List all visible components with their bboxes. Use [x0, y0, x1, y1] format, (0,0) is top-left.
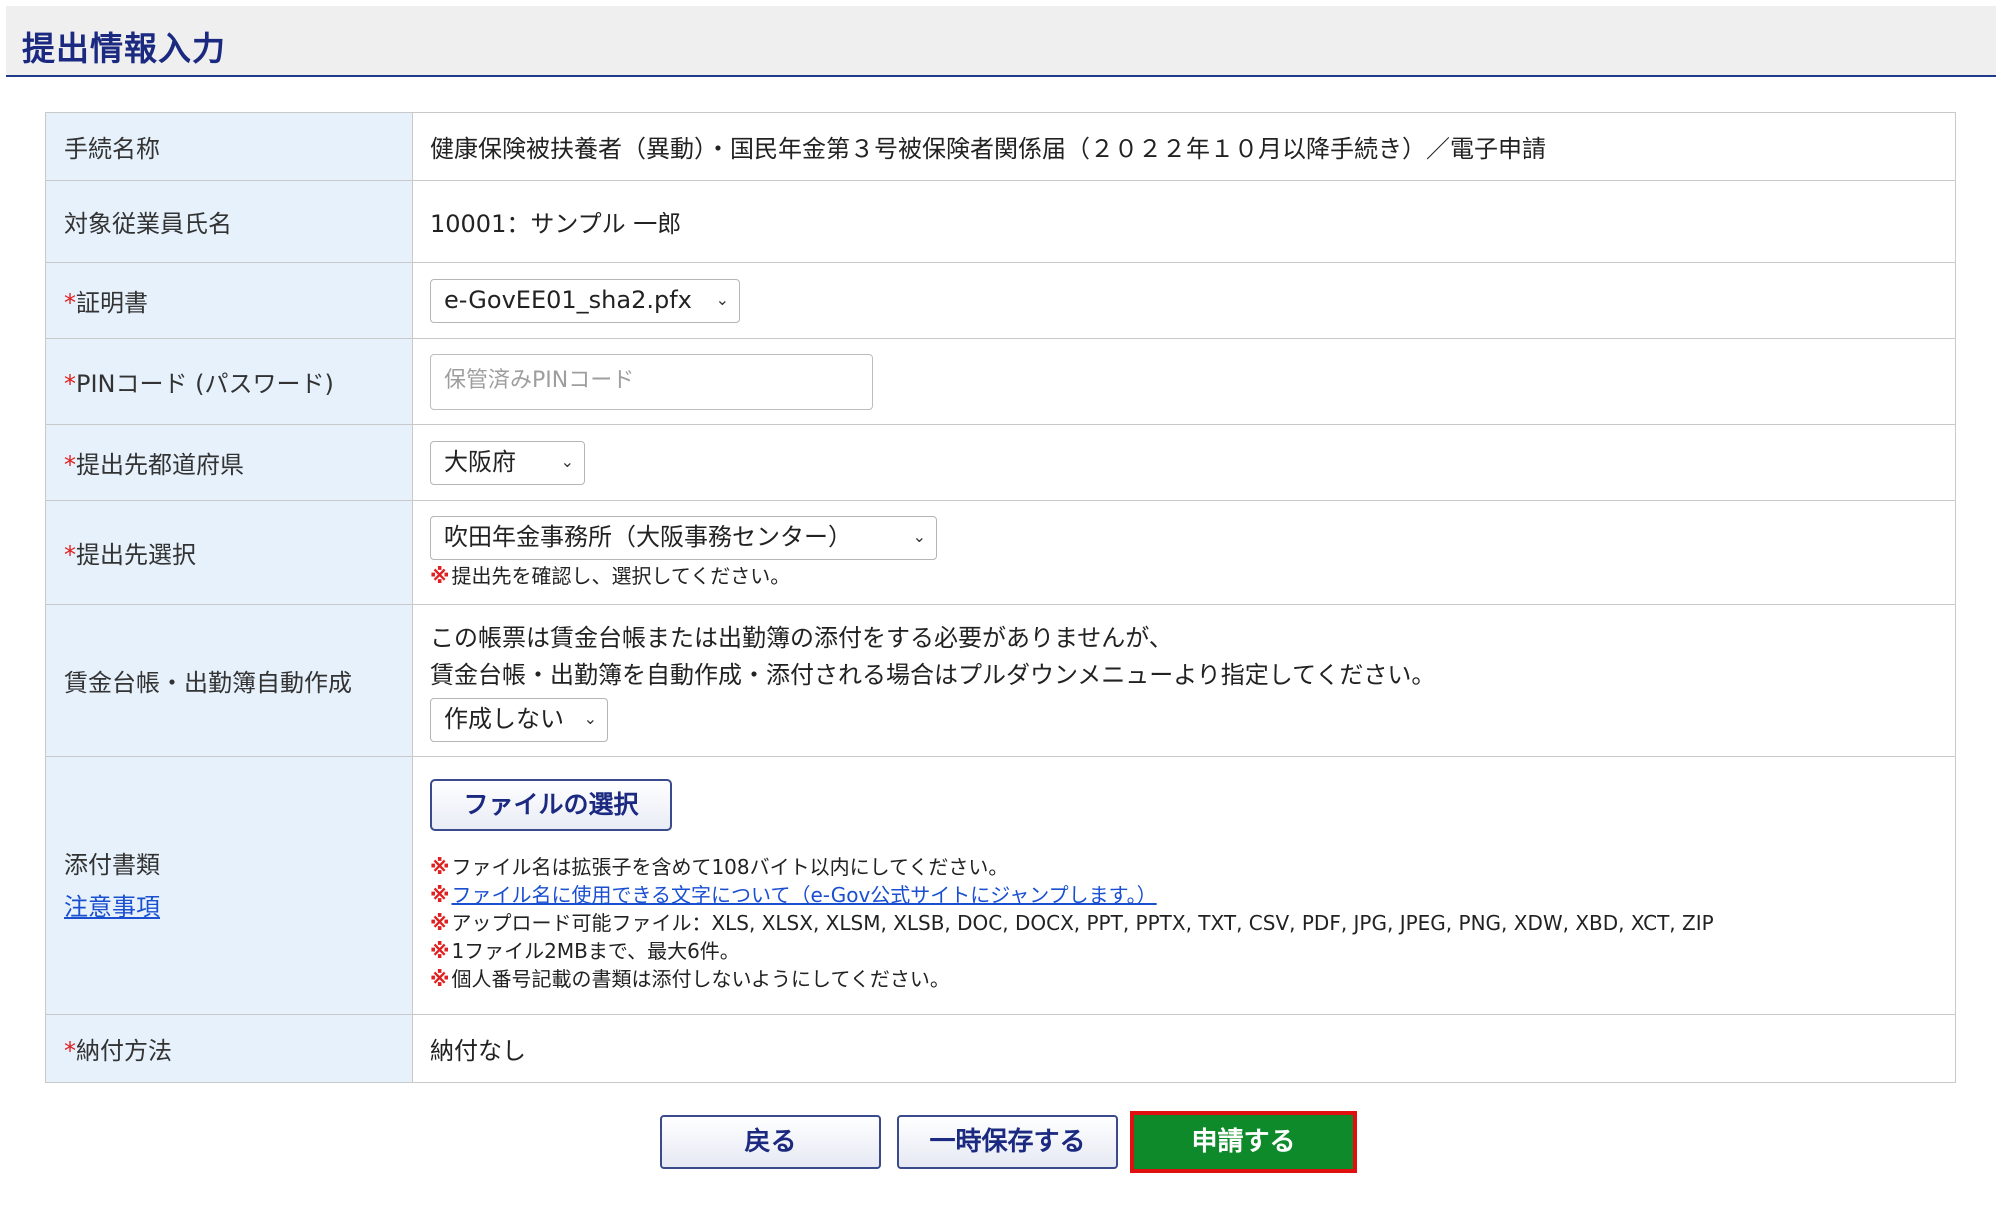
attachment-note-1: ※ ファイル名は拡張子を含めて108バイト以内にしてください。: [430, 854, 1009, 879]
pin-label: *PINコード (パスワード): [45, 338, 413, 425]
prefecture-select[interactable]: 大阪府 ⌄: [430, 440, 585, 485]
row-attachments: 添付書類 注意事項 ファイルの選択 ※ ファイル名は拡張子を含めて108バイト以内…: [45, 756, 1956, 1015]
required-mark: *: [64, 370, 76, 398]
payment-label: *納付方法: [45, 1014, 413, 1083]
row-prefecture: *提出先都道府県 大阪府 ⌄: [45, 424, 1956, 501]
required-mark: *: [64, 289, 76, 317]
row-wage: 賃金台帳・出勤簿自動作成 この帳票は賃金台帳または出勤簿の添付をする必要がありま…: [45, 604, 1956, 757]
attachment-note-5: ※ 個人番号記載の書類は添付しないようにしてください。: [430, 966, 950, 991]
certificate-label: *証明書: [45, 262, 413, 339]
attachments-label: 添付書類: [64, 850, 160, 879]
wage-text-1: この帳票は賃金台帳または出勤簿の添付をする必要がありませんが、: [430, 623, 1173, 652]
row-pin: *PINコード (パスワード) 保管済みPINコード: [45, 338, 1956, 425]
wage-select[interactable]: 作成しない ⌄: [430, 697, 608, 742]
caution-link[interactable]: 注意事項: [64, 893, 160, 921]
save-draft-button[interactable]: 一時保存する: [897, 1115, 1118, 1169]
apply-button[interactable]: 申請する: [1130, 1111, 1357, 1173]
row-payment: *納付方法 納付なし: [45, 1014, 1956, 1083]
attachments-label-cell: 添付書類 注意事項: [45, 756, 413, 1015]
page-title: 提出情報入力: [22, 29, 226, 68]
allowed-characters-link[interactable]: ファイル名に使用できる文字について（e-Gov公式サイトにジャンプします。）: [451, 883, 1156, 907]
employee-label: 対象従業員氏名: [45, 180, 413, 263]
destination-label: *提出先選択: [45, 500, 413, 605]
certificate-select[interactable]: e-GovEE01_sha2.pfx ⌄: [430, 278, 740, 323]
page-header: 提出情報入力: [6, 6, 1996, 77]
notice-mark-icon: ※: [430, 938, 450, 963]
wage-text-2: 賃金台帳・出勤簿を自動作成・添付される場合はプルダウンメニューより指定してくださ…: [430, 660, 1436, 689]
prefecture-label: *提出先都道府県: [45, 424, 413, 501]
notice-mark-icon: ※: [430, 563, 450, 588]
file-select-button[interactable]: ファイルの選択: [430, 778, 672, 831]
row-procedure: 手続名称 健康保険被扶養者（異動）・国民年金第３号被保険者関係届（２０２２年１０…: [45, 112, 1956, 181]
back-button[interactable]: 戻る: [660, 1115, 881, 1169]
payment-value: 納付なし: [412, 1014, 1956, 1083]
chevron-down-icon: ⌄: [560, 451, 574, 471]
employee-value: 10001：サンプル 一郎: [412, 180, 1956, 263]
destination-note: ※ 提出先を確認し、選択してください。: [430, 563, 791, 588]
attachment-note-3: ※ アップロード可能ファイル：XLS, XLSX, XLSM, XLSB, DOC…: [430, 910, 1714, 935]
chevron-down-icon: ⌄: [715, 289, 729, 309]
attachment-note-2: ※ ファイル名に使用できる文字について（e-Gov公式サイトにジャンプします。）: [430, 881, 1954, 909]
submission-form: 手続名称 健康保険被扶養者（異動）・国民年金第３号被保険者関係届（２０２２年１０…: [45, 112, 1956, 1083]
pin-input[interactable]: 保管済みPINコード: [430, 353, 873, 410]
procedure-value: 健康保険被扶養者（異動）・国民年金第３号被保険者関係届（２０２２年１０月以降手続…: [412, 112, 1956, 181]
notice-mark-icon: ※: [430, 966, 450, 991]
wage-label: 賃金台帳・出勤簿自動作成: [45, 604, 413, 757]
chevron-down-icon: ⌄: [912, 526, 926, 546]
required-mark: *: [64, 541, 76, 569]
procedure-label: 手続名称: [45, 112, 413, 181]
row-employee: 対象従業員氏名 10001：サンプル 一郎: [45, 180, 1956, 263]
attachment-note-4: ※ 1ファイル2MBまで、最大6件。: [430, 938, 740, 963]
required-mark: *: [64, 451, 76, 479]
required-mark: *: [64, 1037, 76, 1065]
notice-mark-icon: ※: [430, 854, 450, 879]
destination-select[interactable]: 吹田年金事務所（大阪事務センター） ⌄: [430, 515, 937, 560]
notice-mark-icon: ※: [430, 910, 450, 935]
chevron-down-icon: ⌄: [583, 708, 597, 728]
notice-mark-icon: ※: [430, 882, 450, 907]
row-destination: *提出先選択 吹田年金事務所（大阪事務センター） ⌄ ※ 提出先を確認し、選択して…: [45, 500, 1956, 605]
row-certificate: *証明書 e-GovEE01_sha2.pfx ⌄: [45, 262, 1956, 339]
